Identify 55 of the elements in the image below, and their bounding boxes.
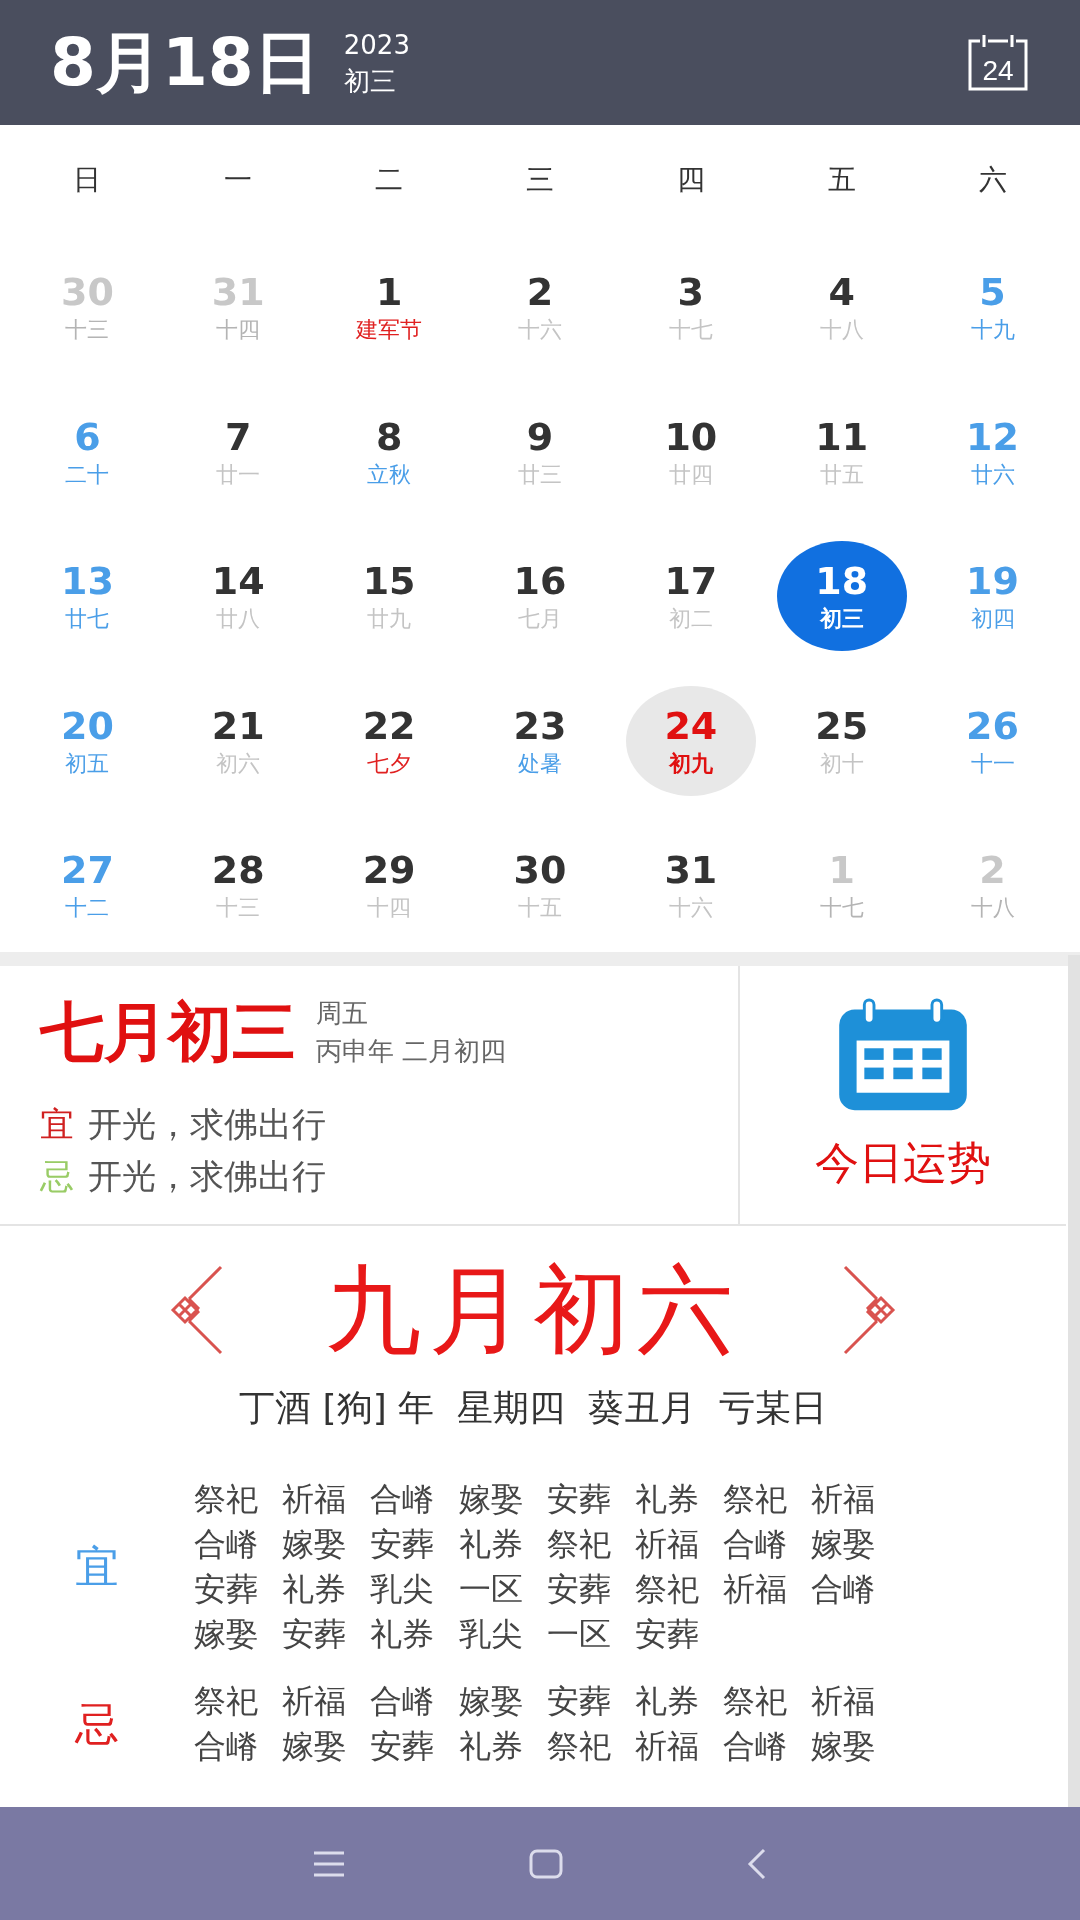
day-cell[interactable]: 10 廿四: [625, 396, 756, 507]
activity-line: 安葬 礼券 乳尖 一区 安葬 祭祀 祈福 合嵴: [194, 1569, 876, 1610]
day-cell[interactable]: 3 十七: [625, 252, 756, 363]
day-cell[interactable]: 22 七夕: [324, 685, 455, 796]
weekday-label: 五: [826, 162, 857, 198]
almanac-date: 九月初六: [325, 1253, 741, 1368]
weekday-label: 四: [675, 162, 706, 198]
today-button[interactable]: 24: [964, 30, 1032, 95]
activity-line: 嫁娶 安葬 礼券 乳尖 一区 安葬: [194, 1614, 700, 1655]
activity-line: 合嵴 嫁娶 安葬 礼券 祭祀 祈福 合嵴 嫁娶: [194, 1524, 876, 1565]
good-activities: 开光，求佛出行: [88, 1103, 326, 1146]
header-year: 2023: [343, 28, 410, 62]
section-label: 忌: [74, 1696, 120, 1751]
weekday-label: 六: [977, 162, 1008, 198]
day-cell[interactable]: 14 廿八: [173, 541, 304, 652]
weekday-label: 日: [72, 162, 103, 198]
home-icon[interactable]: [529, 1848, 563, 1879]
activity-line: 祭祀 祈福 合嵴 嫁娶 安葬 礼券 祭祀 祈福: [194, 1479, 876, 1520]
day-cell[interactable]: 16 七月: [475, 541, 605, 652]
weekday-label: 三: [525, 162, 555, 198]
day-cell[interactable]: 8 立秋: [324, 396, 455, 507]
day-cell[interactable]: 1 建军节: [324, 252, 455, 363]
day-cell[interactable]: 24 初九: [625, 685, 756, 796]
day-cell[interactable]: 11 廿五: [776, 396, 907, 507]
bad-activities: 开光，求佛出行: [88, 1155, 326, 1198]
header-date: 8月18日: [50, 22, 320, 103]
day-cell[interactable]: 17 初二: [625, 541, 756, 652]
weekday-text: 周五: [316, 997, 369, 1030]
day-cell[interactable]: 2 十六: [475, 252, 605, 363]
day-cell[interactable]: 4 十八: [776, 252, 907, 363]
weekday-label: 二: [374, 162, 405, 198]
good-label: 宜: [40, 1103, 74, 1146]
day-cell[interactable]: 9 廿三: [475, 396, 605, 507]
day-cell[interactable]: 21 初六: [173, 685, 304, 796]
weekday-label: 一: [223, 162, 254, 198]
section-label: 宜: [74, 1539, 120, 1594]
day-cell[interactable]: 18 初三: [776, 541, 907, 652]
day-cell[interactable]: 15 廿九: [324, 541, 455, 652]
activity-line: 祭祀 祈福 合嵴 嫁娶 安葬 礼券 祭祀 祈福: [194, 1681, 876, 1722]
day-cell[interactable]: 23 处暑: [475, 685, 605, 796]
day-cell[interactable]: 31 十六: [625, 830, 756, 941]
day-cell[interactable]: 28 十三: [173, 830, 304, 941]
day-cell[interactable]: 7 廿一: [173, 396, 304, 507]
lunar-date: 七月初三: [40, 994, 296, 1071]
header-lunar-date: 初三: [343, 64, 397, 98]
day-cell[interactable]: 30 十五: [475, 830, 605, 941]
fortune-button[interactable]: 今日运势: [740, 966, 1066, 1224]
menu-icon[interactable]: [311, 1849, 346, 1878]
day-cell[interactable]: 25 初十: [776, 685, 907, 796]
ganzhi-date: 丁酒 [狗] 年 星期四 葵丑月 亏某日: [239, 1386, 827, 1430]
day-cell[interactable]: 29 十四: [324, 830, 455, 941]
ganzhi-text: 丙申年 二月初四: [316, 1035, 507, 1068]
bad-label: 忌: [40, 1155, 74, 1198]
scrollbar[interactable]: [1068, 955, 1080, 1807]
activity-line: 合嵴 嫁娶 安葬 礼券 祭祀 祈福 合嵴 嫁娶: [194, 1726, 876, 1767]
